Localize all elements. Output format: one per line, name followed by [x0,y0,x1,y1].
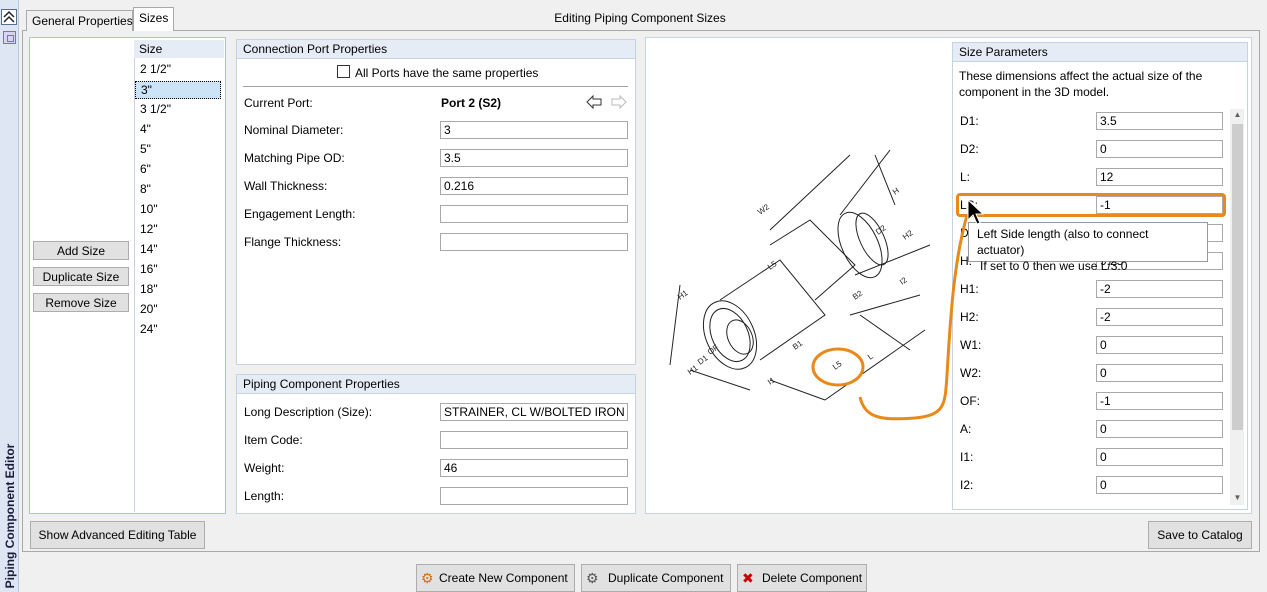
size-item[interactable]: 16" [135,261,221,279]
size-param-input[interactable]: 0 [1096,448,1223,466]
component-field-input[interactable]: STRAINER, CL W/BOLTED IRON CA [440,403,628,421]
size-item[interactable]: 3 1/2" [135,101,221,119]
tooltip-line1: Left Side length (also to connect actuat… [977,227,1149,257]
size-param-label: I1: [960,450,974,464]
connection-port-header: Connection Port Properties [237,40,635,59]
size-param-input[interactable]: -1 [1096,392,1223,410]
drawing-label: W2 [756,202,771,217]
connection-field-input[interactable] [440,233,628,251]
collapse-icon[interactable] [1,9,17,25]
duplicate-size-button[interactable]: Duplicate Size [33,267,129,286]
size-item[interactable]: 8" [135,181,221,199]
add-size-button[interactable]: Add Size [33,241,129,260]
highlight-box [956,193,1226,217]
connection-field-input[interactable]: 3 [440,121,628,139]
gear-icon: ⚙ [421,570,434,586]
mouse-cursor-icon [967,198,985,225]
params-scroll-thumb[interactable] [1232,124,1243,430]
component-field-label: Item Code: [244,433,303,447]
create-new-component-label: Create New Component [439,571,568,585]
connection-field-label: Flange Thickness: [244,235,342,249]
connection-field-label: Nominal Diameter: [244,123,344,137]
remove-size-button[interactable]: Remove Size [33,293,129,312]
drawing-label: L5 [766,259,779,272]
current-port-label: Current Port: [244,96,313,110]
editing-title: Editing Piping Component Sizes [554,11,726,25]
size-item[interactable]: 12" [135,221,221,239]
connection-field-label: Matching Pipe OD: [244,151,345,165]
connection-port-group [236,39,636,365]
piping-component-header: Piping Component Properties [237,375,635,394]
delete-component-button[interactable]: ✖ Delete Component [737,564,867,592]
drawing-label: I1 [766,375,777,387]
component-field-label: Length: [244,489,285,503]
size-item[interactable]: 6" [135,161,221,179]
size-item[interactable]: 4" [135,121,221,139]
create-new-component-button[interactable]: ⚙ Create New Component [416,564,575,592]
delete-component-label: Delete Component [762,571,863,585]
connection-field-input[interactable]: 0.216 [440,177,628,195]
size-item[interactable]: 5" [135,141,221,159]
component-field-input[interactable]: 46 [440,459,628,477]
size-item[interactable]: 10" [135,201,221,219]
pin-icon[interactable] [3,31,16,44]
size-param-input[interactable]: 12 [1096,168,1223,186]
size-param-input[interactable]: 0 [1096,140,1223,158]
show-advanced-table-button[interactable]: Show Advanced Editing Table [30,521,205,549]
same-props-label: All Ports have the same properties [355,66,539,80]
delete-icon: ✖ [742,570,754,586]
prev-port-icon[interactable] [585,94,603,110]
drawing-label: D1 [696,353,710,367]
tooltip-line2: If set to 0 then we use L/3.0 [980,259,1128,273]
size-param-input[interactable]: -2 [1096,308,1223,326]
connection-field-label: Wall Thickness: [244,179,328,193]
drawing-label: H1 [686,363,700,377]
scroll-up-icon[interactable]: ▲ [1232,110,1243,120]
connection-field-input[interactable] [440,205,628,223]
connection-field-label: Engagement Length: [244,207,356,221]
duplicate-component-label: Duplicate Component [608,571,724,585]
size-item[interactable]: 3" [135,81,221,99]
size-param-label: I2: [960,478,974,492]
duplicate-component-button[interactable]: ⚙ Duplicate Component [581,564,731,592]
component-field-input[interactable] [440,431,628,449]
tooltip: Left Side length (also to connect actuat… [968,222,1208,273]
size-item[interactable]: 20" [135,301,221,319]
save-to-catalog-button[interactable]: Save to Catalog [1148,521,1252,549]
size-param-label: D2: [960,142,979,156]
highlight-annotation [811,214,969,421]
vertical-title: Piping Component Editor [2,443,17,588]
tab-sizes[interactable]: Sizes [133,7,174,31]
size-params-header: Size Parameters [953,43,1247,62]
size-param-label: L: [960,170,971,184]
size-item[interactable]: 2 1/2" [135,61,221,79]
size-param-input[interactable]: 0 [1096,420,1223,438]
size-param-input[interactable]: 0 [1096,364,1223,382]
connection-field-input[interactable]: 3.5 [440,149,628,167]
scroll-down-icon[interactable]: ▼ [1232,493,1243,503]
drawing-label: H [891,186,901,197]
drawing-label: B1 [791,338,805,351]
component-field-label: Weight: [244,461,285,475]
size-item[interactable]: 24" [135,321,221,339]
size-params-description: These dimensions affect the actual size … [959,69,1203,99]
divider [243,86,628,87]
component-field-input[interactable] [440,487,628,505]
next-port-icon[interactable] [610,94,628,110]
size-list-header: Size [134,40,224,58]
component-field-label: Long Description (Size): [244,405,373,419]
size-item[interactable]: 18" [135,281,221,299]
size-param-input[interactable]: -2 [1096,280,1223,298]
duplicate-icon: ⚙ [586,570,599,586]
same-props-checkbox[interactable] [337,65,350,78]
size-param-input[interactable]: 0 [1096,476,1223,494]
current-port-value: Port 2 (S2) [441,96,502,110]
tab-general-properties[interactable]: General Properties [26,10,133,31]
size-param-input[interactable]: 0 [1096,336,1223,354]
size-item[interactable]: 14" [135,241,221,259]
size-param-input[interactable]: 3.5 [1096,112,1223,130]
size-param-label: D1: [960,114,979,128]
